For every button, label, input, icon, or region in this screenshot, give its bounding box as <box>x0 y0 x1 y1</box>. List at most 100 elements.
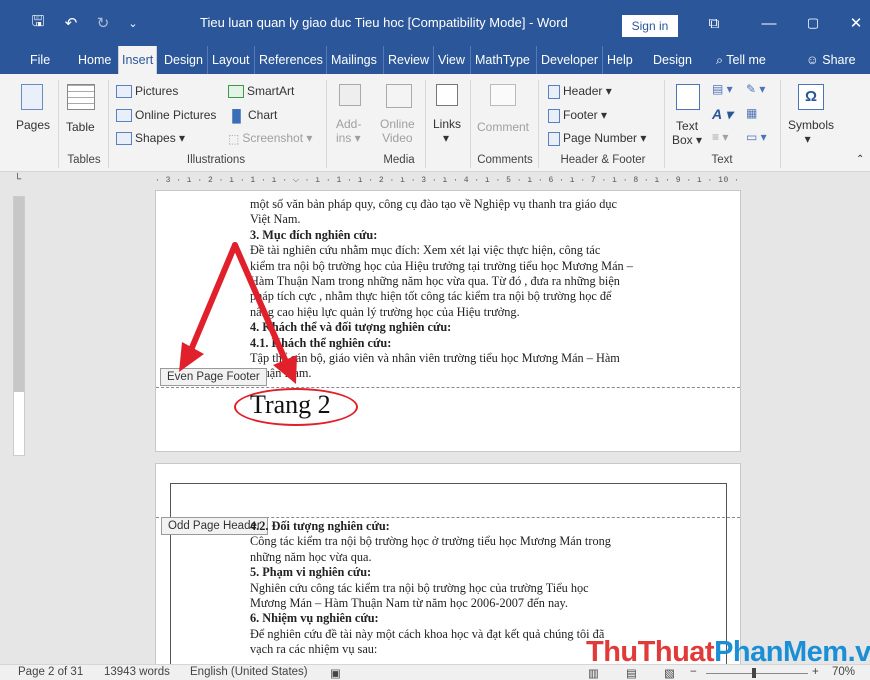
online-pictures-button[interactable]: Online Pictures <box>116 108 216 123</box>
title-bar: 🖫 ↶ ↻ ⌄ Tieu luan quan ly giao duc Tieu … <box>0 0 870 46</box>
document-line[interactable]: 4. Khách thể và đối tượng nghiên cứu: <box>250 320 451 335</box>
document-line[interactable]: kiểm tra nội bộ trường học của Hiệu trưở… <box>250 259 633 274</box>
document-line[interactable]: Mương Mán – Hàm Thuận Nam từ năm học 200… <box>250 596 568 611</box>
addins-button[interactable]: Add-ins ▾ <box>336 117 361 145</box>
document-line[interactable]: nâng cao hiệu lực quản lý trường học của… <box>250 305 520 320</box>
links-button[interactable]: Links ▾ <box>433 117 461 145</box>
document-line[interactable]: Nghiên cứu công tác kiểm tra nội bộ trườ… <box>250 581 589 596</box>
header-button[interactable]: Header ▾ <box>548 84 612 99</box>
page-number-button[interactable]: Page Number ▾ <box>548 131 646 146</box>
wordart-icon[interactable]: A ▾ <box>712 106 733 123</box>
omega-icon: Ω <box>798 84 824 110</box>
ribbon-tabs: File Home Insert Design Layout Reference… <box>0 46 870 74</box>
document-line[interactable]: một số văn bản pháp quy, công cụ đào tạo… <box>250 197 617 212</box>
comment-icon <box>490 84 516 106</box>
document-line[interactable]: Công tác kiểm tra nội bộ trường học ở tr… <box>250 534 611 549</box>
group-tables: Tables <box>67 154 101 166</box>
footer-icon <box>548 108 560 123</box>
document-line[interactable]: pháp tích cực , nhằm thực hiện tốt công … <box>250 289 612 304</box>
symbols-button[interactable]: Symbols ▾ <box>788 118 834 146</box>
tab-references[interactable]: References <box>254 46 323 74</box>
header-icon <box>548 84 560 99</box>
zoom-slider-track[interactable] <box>706 673 808 674</box>
document-line[interactable]: 5. Phạm vi nghiên cứu: <box>250 565 371 580</box>
pictures-button[interactable]: Pictures <box>116 84 178 99</box>
tab-design[interactable]: Design <box>164 46 203 74</box>
pictures-icon <box>116 85 132 99</box>
customize-toolbar-icon[interactable]: ⌄ <box>126 0 140 46</box>
zoom-slider-handle[interactable] <box>752 668 756 678</box>
document-line[interactable]: 6. Nhiệm vụ nghiên cứu: <box>250 611 379 626</box>
shapes-button[interactable]: Shapes ▾ <box>116 131 185 146</box>
web-layout-icon[interactable]: ▧ <box>664 666 675 680</box>
footer-boundary-line <box>156 387 740 388</box>
collapse-ribbon-icon[interactable]: ⌃ <box>856 154 864 165</box>
horizontal-ruler[interactable]: · 3 · ı · 2 · ı · 1 · ı · ⌵ · ı · 1 · ı … <box>155 176 745 190</box>
tab-file[interactable]: File <box>30 46 50 74</box>
footer-page-label[interactable]: Trang 2 <box>250 390 331 420</box>
footer-button[interactable]: Footer ▾ <box>548 108 607 123</box>
online-pictures-icon <box>116 109 132 123</box>
tab-mailings[interactable]: Mailings <box>326 46 377 74</box>
document-line[interactable]: Việt Nam. <box>250 212 300 227</box>
group-comments: Comments <box>477 154 533 166</box>
tab-header-footer-design[interactable]: Design <box>653 46 692 74</box>
tab-layout[interactable]: Layout <box>207 46 250 74</box>
tab-home[interactable]: Home <box>78 46 111 74</box>
document-line[interactable]: 4.1. Khách thể nghiên cứu: <box>250 336 391 351</box>
word-count[interactable]: 13943 words <box>104 666 170 678</box>
document-line[interactable]: 4.2. Đối tượng nghiên cứu: <box>250 519 390 534</box>
signature-line-icon[interactable]: ✎ ▾ <box>746 82 765 96</box>
pages-button[interactable]: Pages <box>16 118 50 132</box>
language-indicator[interactable]: English (United States) <box>190 666 308 678</box>
tab-developer[interactable]: Developer <box>536 46 598 74</box>
text-box-icon <box>676 84 700 110</box>
print-layout-icon[interactable]: ▤ <box>626 666 637 680</box>
read-mode-icon[interactable]: ▥ <box>588 666 599 680</box>
chart-button[interactable]: ▐▌ Chart <box>228 108 277 123</box>
maximize-icon[interactable]: ▢ <box>802 0 824 46</box>
online-video-button[interactable]: Online Video <box>380 117 415 145</box>
zoom-level[interactable]: 70% <box>832 666 855 678</box>
smartart-button[interactable]: SmartArt <box>228 84 294 99</box>
page-count[interactable]: Page 2 of 31 <box>18 666 83 678</box>
document-line[interactable]: Đề tài nghiên cứu nhằm mục đích: Xem xét… <box>250 243 600 258</box>
sign-in-button[interactable]: Sign in <box>622 15 678 37</box>
document-line[interactable]: những năm học vừa qua. <box>250 550 372 565</box>
table-button[interactable]: Table <box>66 120 95 134</box>
screenshot-button[interactable]: ⬚ Screenshot ▾ <box>228 131 312 146</box>
tab-selector[interactable]: └ <box>14 174 28 188</box>
object-icon[interactable]: ▭ ▾ <box>746 130 767 144</box>
date-time-icon[interactable]: ▦ <box>746 106 757 120</box>
ribbon-display-icon[interactable]: ⧉ <box>703 0 725 46</box>
tab-view[interactable]: View <box>433 46 465 74</box>
document-line[interactable]: Hàm Thuận Nam trong những năm học vừa qu… <box>250 274 620 289</box>
tab-help[interactable]: Help <box>602 46 633 74</box>
zoom-out-button[interactable]: − <box>690 666 697 678</box>
person-icon: ☺ <box>806 53 819 67</box>
drop-cap-icon[interactable]: ≡ ▾ <box>712 130 728 144</box>
document-line[interactable]: Để nghiên cứu đề tài này một cách khoa h… <box>250 627 604 642</box>
tab-insert[interactable]: Insert <box>118 46 158 74</box>
document-line[interactable]: Tập thể cán bộ, giáo viên và nhân viên t… <box>250 351 620 366</box>
save-icon[interactable]: 🖫 <box>26 0 50 46</box>
minimize-icon[interactable]: — <box>758 0 780 46</box>
document-line[interactable]: vạch ra các nhiệm vụ sau: <box>250 642 377 657</box>
vertical-ruler[interactable] <box>13 196 25 456</box>
even-page-footer-tag: Even Page Footer <box>160 368 267 386</box>
group-media: Media <box>383 154 415 166</box>
tab-mathtype[interactable]: MathType <box>470 46 530 74</box>
document-line[interactable]: 3. Mục đích nghiên cứu: <box>250 228 377 243</box>
share-button[interactable]: ☺ Share <box>806 46 856 74</box>
group-text: Text <box>711 154 733 166</box>
tell-me-search[interactable]: ⌕ Tell me <box>716 46 766 74</box>
close-icon[interactable]: ✕ <box>845 0 867 46</box>
text-box-button[interactable]: Text Box ▾ <box>672 119 702 147</box>
tab-review[interactable]: Review <box>383 46 429 74</box>
quick-parts-icon[interactable]: ▤ ▾ <box>712 82 733 96</box>
zoom-in-button[interactable]: + <box>812 666 819 678</box>
macro-recording-icon[interactable]: ▣ <box>330 666 341 680</box>
comment-button[interactable]: Comment <box>477 120 529 134</box>
undo-icon[interactable]: ↶ <box>60 0 82 46</box>
redo-icon[interactable]: ↻ <box>92 0 114 46</box>
